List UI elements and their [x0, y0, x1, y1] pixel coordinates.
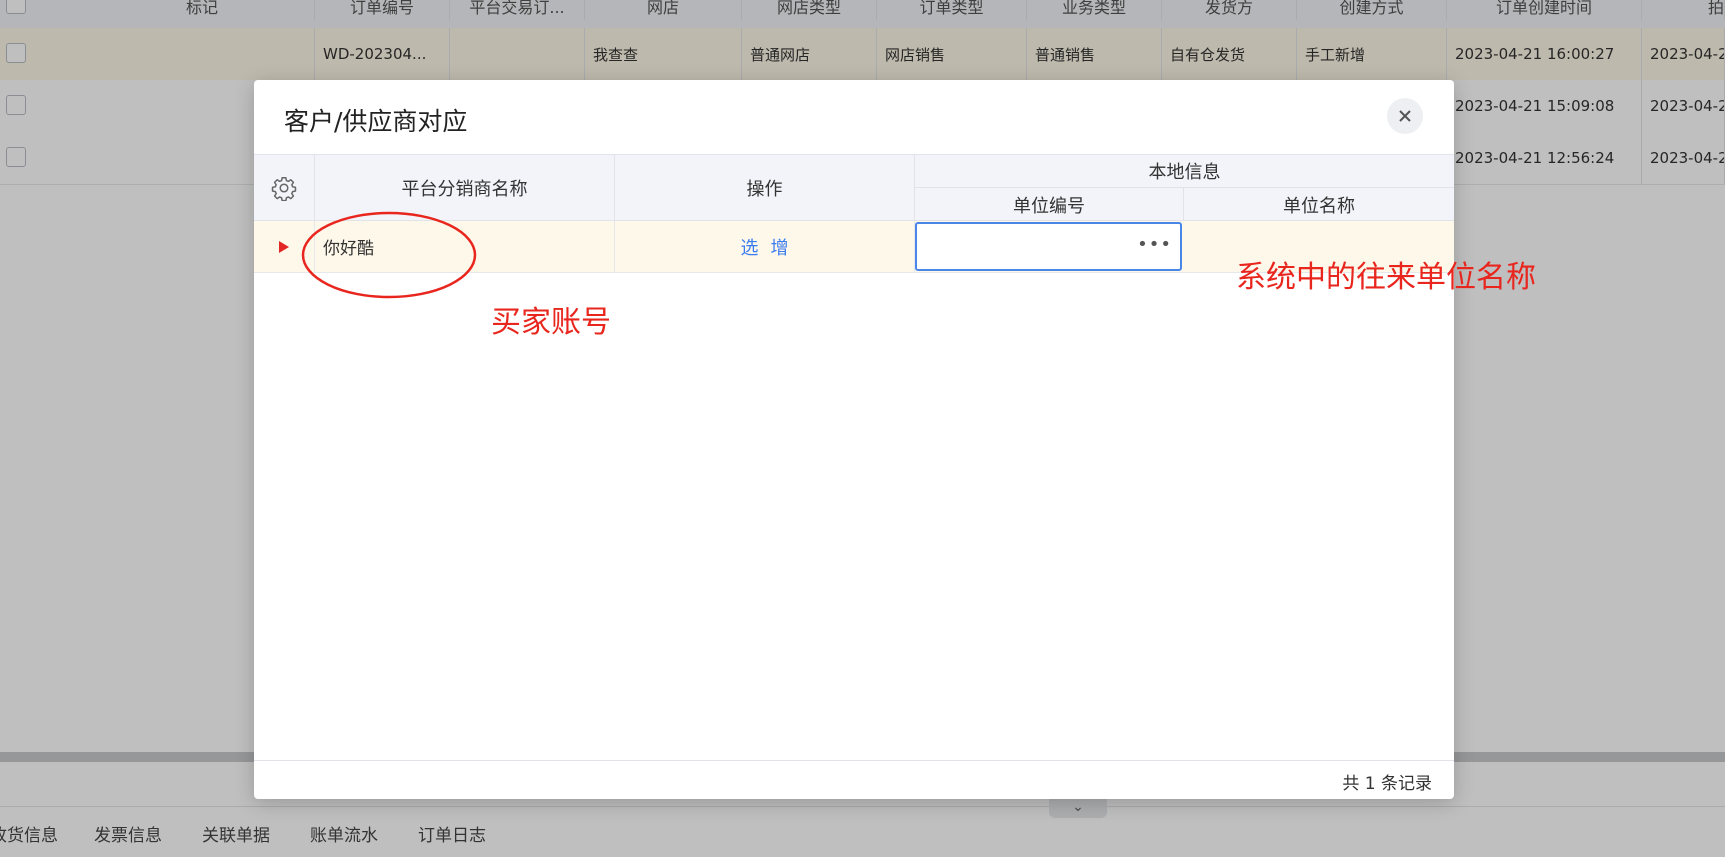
- gear-icon: [271, 176, 297, 201]
- dialog-title: 客户/供应商对应: [284, 107, 468, 136]
- column-header-platform-name[interactable]: 平台分销商名称: [315, 155, 615, 221]
- unit-code-picker-button[interactable]: •••: [1137, 234, 1172, 255]
- annotation-buyer-account: 买家账号: [491, 305, 611, 340]
- row-indicator: [254, 221, 315, 272]
- close-icon: [1399, 110, 1411, 122]
- customer-supplier-mapping-dialog: 客户/供应商对应 平台分销商名称 操作 本地信息 单位编号 单位名称 你好酷 选…: [254, 80, 1454, 799]
- column-header-operation: 操作: [615, 155, 915, 221]
- unit-code-field[interactable]: •••: [915, 222, 1182, 271]
- column-settings-button[interactable]: [254, 155, 315, 221]
- current-row-arrow-icon: [279, 240, 289, 253]
- row-actions: 选 增: [615, 221, 915, 272]
- record-count: 共 1 条记录: [1342, 774, 1432, 794]
- grid-header: 平台分销商名称 操作 本地信息 单位编号 单位名称: [254, 154, 1454, 221]
- row-platform-name: 你好酷: [315, 221, 615, 272]
- close-button[interactable]: [1387, 98, 1423, 134]
- select-link[interactable]: 选: [741, 234, 759, 260]
- column-header-unit-code[interactable]: 单位编号: [915, 188, 1184, 221]
- annotation-system-unit-name: 系统中的往来单位名称: [1236, 260, 1536, 295]
- column-group-local-info: 本地信息: [915, 155, 1454, 188]
- add-link[interactable]: 增: [771, 234, 789, 260]
- dialog-footer: 共 1 条记录: [254, 760, 1454, 799]
- column-header-unit-name[interactable]: 单位名称: [1184, 188, 1454, 221]
